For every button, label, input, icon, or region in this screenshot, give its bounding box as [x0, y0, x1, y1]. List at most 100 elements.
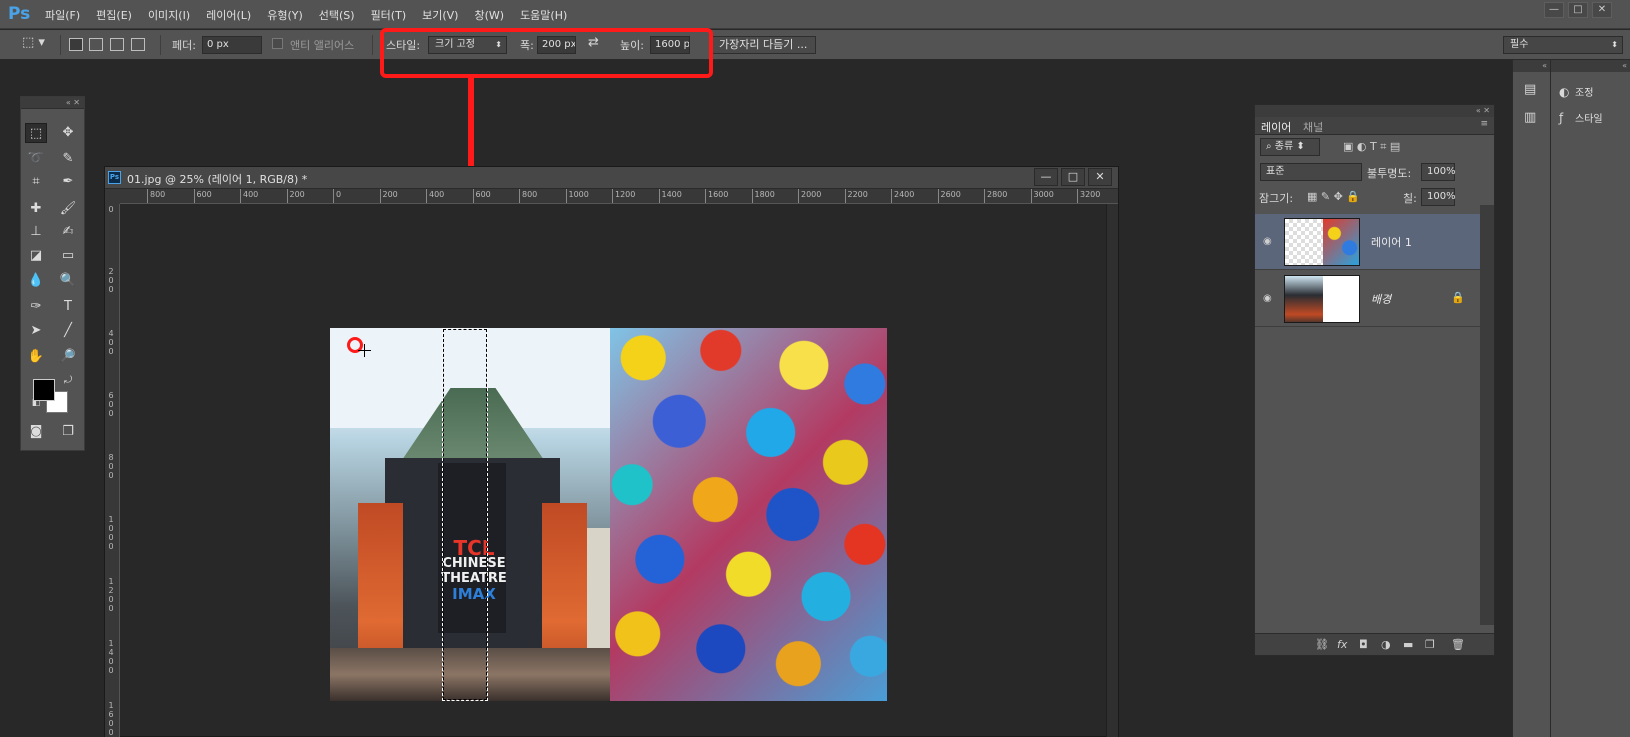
new-layer-icon[interactable]: ❐	[1425, 638, 1435, 651]
screen-mode-icon[interactable]: ❐	[57, 422, 79, 442]
layer-name[interactable]: 배경	[1371, 291, 1391, 307]
history-brush-tool-icon[interactable]: ✍	[57, 222, 79, 242]
marquee-selection[interactable]	[442, 328, 488, 701]
layer-filter-value: 종류	[1274, 141, 1294, 152]
menu-type[interactable]: 유형(Y)	[267, 7, 303, 23]
menu-filter[interactable]: 필터(T)	[371, 7, 407, 23]
menu-help[interactable]: 도움말(H)	[520, 7, 567, 23]
layer-thumbnail	[1284, 275, 1360, 323]
panel-menu-icon[interactable]: ≡	[1480, 119, 1488, 129]
folder-icon[interactable]: ▬	[1403, 638, 1413, 651]
separator	[60, 35, 61, 55]
mask-icon[interactable]: ◘	[1359, 638, 1368, 651]
trash-icon[interactable]: 🗑	[1451, 638, 1465, 651]
history-panel-icon[interactable]: ▤	[1524, 82, 1536, 97]
hand-tool-icon[interactable]: ✋	[25, 347, 47, 367]
ruler-tick: 1600	[704, 189, 729, 203]
eyedropper-tool-icon[interactable]: ✒	[57, 172, 79, 192]
styles-panel-button[interactable]: ƒ 스타일	[1559, 110, 1603, 125]
fill-input[interactable]: 100%	[1421, 188, 1456, 206]
horizontal-ruler[interactable]: 800 600 400 200 0 200 400 600 800 1000 1200 1400 160…	[120, 189, 1118, 204]
lasso-tool-icon[interactable]: ➰	[25, 149, 47, 169]
layer-name[interactable]: 레이어 1	[1371, 234, 1412, 250]
quick-select-tool-icon[interactable]: ✎	[57, 149, 79, 169]
path-select-tool-icon[interactable]: ➤	[25, 321, 47, 341]
foreground-color-swatch[interactable]	[33, 379, 55, 401]
antialias-checkbox[interactable]	[272, 38, 283, 49]
swap-colors-icon[interactable]: ⤾	[57, 371, 79, 391]
line-tool-icon[interactable]: ╱	[57, 321, 79, 341]
new-selection-icon[interactable]	[69, 38, 83, 51]
close-button[interactable]: ✕	[1592, 2, 1612, 18]
collapse-icon[interactable]: « ✕	[21, 97, 84, 109]
menu-select[interactable]: 선택(S)	[319, 7, 355, 23]
blur-tool-icon[interactable]: 💧	[25, 271, 47, 291]
opacity-input[interactable]: 100%	[1421, 163, 1456, 181]
ruler-tick: 600	[472, 189, 491, 203]
menu-layer[interactable]: 레이어(L)	[206, 7, 251, 23]
quick-mask-icon[interactable]: ◙	[25, 422, 47, 442]
refine-edge-button[interactable]: 가장자리 다듬기 ...	[710, 36, 817, 54]
maximize-button[interactable]: □	[1568, 2, 1588, 18]
pen-tool-icon[interactable]: ✑	[25, 297, 47, 317]
menu-view[interactable]: 보기(V)	[422, 7, 458, 23]
thumbnail-image	[1323, 219, 1359, 265]
menu-image[interactable]: 이미지(I)	[148, 7, 190, 23]
blend-mode-value: 표준	[1266, 166, 1285, 177]
eye-icon[interactable]: ◉	[1263, 236, 1272, 247]
lock-label: 잠그기:	[1259, 192, 1294, 205]
type-tool-icon[interactable]: T	[57, 297, 79, 317]
doc-minimize-button[interactable]: —	[1034, 168, 1058, 186]
minimize-button[interactable]: —	[1544, 2, 1564, 18]
workspace-select[interactable]: 필수 ⬍	[1503, 36, 1623, 54]
document-scrollbar[interactable]	[1106, 204, 1118, 737]
doc-close-button[interactable]: ✕	[1088, 168, 1112, 186]
ruler-corner[interactable]	[105, 189, 120, 204]
image-canvas[interactable]: TCL CHINESE THEATRE IMAX	[330, 328, 887, 701]
document-title-bar[interactable]: Ps 01.jpg @ 25% (레이어 1, RGB/8) * — □ ✕	[105, 167, 1118, 189]
layer-row-background[interactable]: ◉ 배경 🔒	[1255, 271, 1481, 327]
menu-window[interactable]: 창(W)	[474, 7, 504, 23]
link-icon[interactable]: ⛓	[1315, 638, 1329, 651]
gradient-tool-icon[interactable]: ▭	[57, 246, 79, 266]
ruler-tick: 2600	[937, 189, 961, 203]
menu-file[interactable]: 파일(F)	[45, 7, 80, 23]
layers-scrollbar[interactable]	[1480, 205, 1494, 625]
ruler-tick: 600	[108, 391, 114, 418]
properties-panel-icon[interactable]: ▥	[1524, 110, 1536, 125]
feather-input[interactable]: 0 px	[202, 36, 262, 54]
panel-collapse-icon[interactable]: « ✕	[1255, 105, 1494, 117]
dodge-tool-icon[interactable]: 🔍	[57, 271, 79, 291]
thumbnail-image	[1285, 276, 1323, 322]
eye-icon[interactable]: ◉	[1263, 293, 1272, 304]
vertical-ruler[interactable]: 0 200 400 600 800 1000 1200 1400 1600	[105, 204, 120, 737]
blend-mode-select[interactable]: 표준	[1260, 163, 1362, 181]
add-selection-icon[interactable]	[89, 38, 103, 51]
layer-filter-select[interactable]: ⌕ 종류 ⬍	[1260, 138, 1320, 156]
eraser-tool-icon[interactable]: ◪	[25, 246, 47, 266]
healing-brush-tool-icon[interactable]: ✚	[25, 199, 47, 219]
intersect-selection-icon[interactable]	[131, 38, 145, 51]
filter-icons[interactable]: ▣ ◐ T ⌗ ▤	[1343, 140, 1400, 154]
adjustment-icon[interactable]: ◑	[1381, 638, 1391, 651]
marquee-tool-icon[interactable]: ⬚ ▾	[22, 35, 45, 50]
move-tool-icon[interactable]: ✥	[57, 123, 79, 143]
layer-row-1[interactable]: ◉ 레이어 1	[1255, 214, 1481, 270]
adjustments-label: 조정	[1575, 88, 1594, 99]
tab-layers[interactable]: 레이어	[1261, 119, 1291, 135]
subtract-selection-icon[interactable]	[110, 38, 124, 51]
dock-collapse-icon[interactable]: «	[1513, 60, 1550, 72]
menu-edit[interactable]: 편집(E)	[96, 7, 132, 23]
layer-thumbnail	[1284, 218, 1360, 266]
tab-channels[interactable]: 채널	[1303, 119, 1323, 135]
brush-tool-icon[interactable]: 🖌	[57, 199, 79, 219]
crop-tool-icon[interactable]: ⌗	[25, 172, 47, 192]
fx-icon[interactable]: fx	[1337, 638, 1347, 651]
lock-icons[interactable]: ▦ ✎ ✥ 🔒	[1307, 190, 1360, 203]
zoom-tool-icon[interactable]: 🔎	[57, 347, 79, 367]
stamp-tool-icon[interactable]: ⊥	[25, 222, 47, 242]
adjustments-panel-button[interactable]: ◐ 조정	[1559, 84, 1593, 99]
rect-marquee-tool-icon[interactable]: ⬚	[25, 123, 47, 143]
doc-maximize-button[interactable]: □	[1061, 168, 1085, 186]
dock-collapse-icon[interactable]: «	[1551, 60, 1630, 72]
